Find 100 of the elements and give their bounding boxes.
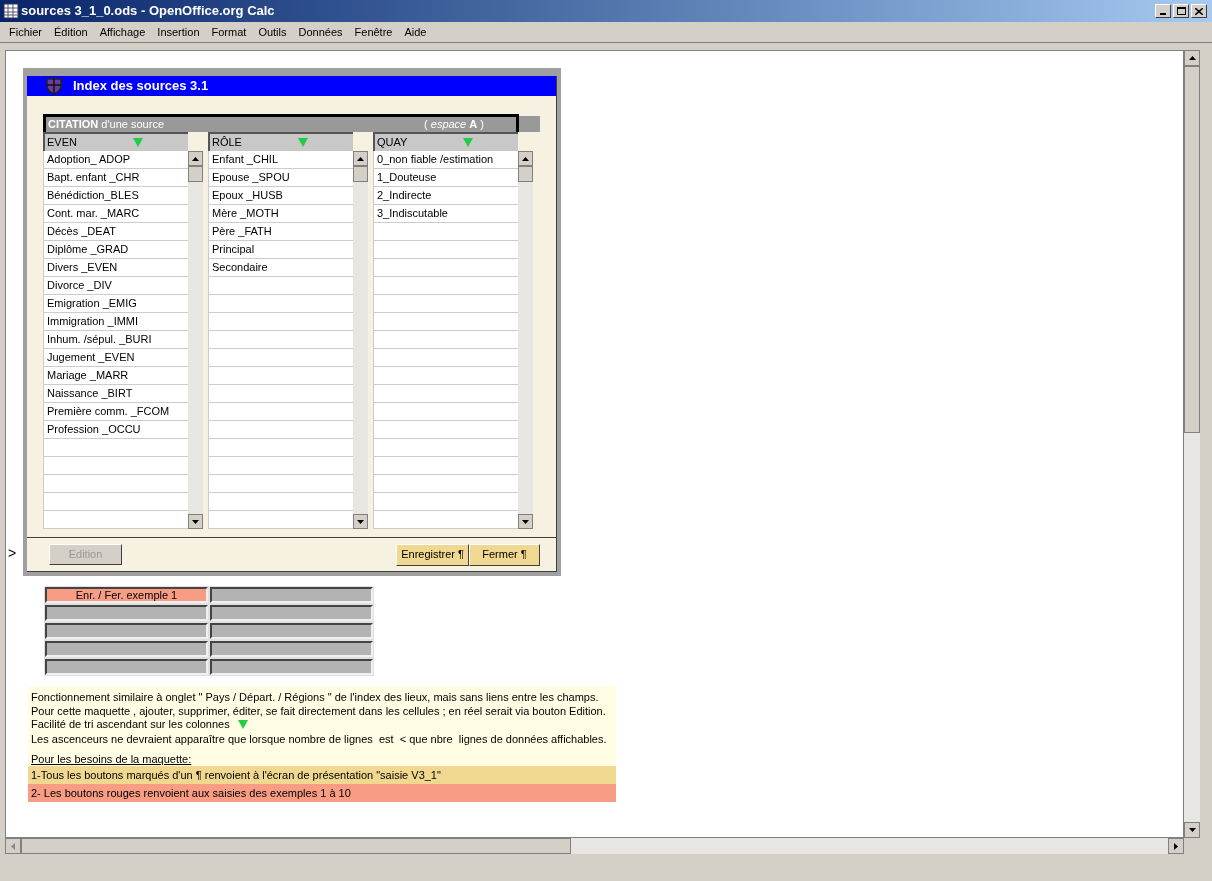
empty-list-cell[interactable] bbox=[208, 295, 353, 313]
list-cell[interactable]: 1_Douteuse bbox=[373, 169, 518, 187]
left-arrow-icon[interactable] bbox=[11, 842, 15, 850]
empty-list-cell[interactable] bbox=[43, 493, 188, 511]
empty-list-cell[interactable] bbox=[208, 511, 353, 529]
empty-list-cell[interactable] bbox=[43, 475, 188, 493]
empty-list-cell[interactable] bbox=[43, 511, 188, 529]
empty-list-cell[interactable] bbox=[43, 457, 188, 475]
empty-button[interactable] bbox=[210, 605, 373, 621]
empty-list-cell[interactable] bbox=[373, 403, 518, 421]
close-button[interactable] bbox=[1191, 4, 1207, 18]
empty-list-cell[interactable] bbox=[208, 277, 353, 295]
list-cell[interactable]: Mariage _MARR bbox=[43, 367, 188, 385]
list-cell[interactable]: Epouse _SPOU bbox=[208, 169, 353, 187]
empty-button[interactable] bbox=[210, 659, 373, 675]
list-cell[interactable]: Epoux _HUSB bbox=[208, 187, 353, 205]
sort-triangle-icon[interactable] bbox=[297, 138, 308, 147]
list-cell[interactable]: Divorce _DIV bbox=[43, 277, 188, 295]
down-arrow-icon[interactable] bbox=[192, 519, 199, 524]
empty-list-cell[interactable] bbox=[208, 367, 353, 385]
menu-item[interactable]: Fenêtre bbox=[348, 23, 399, 41]
empty-button[interactable] bbox=[45, 659, 208, 675]
empty-list-cell[interactable] bbox=[208, 331, 353, 349]
up-arrow-icon[interactable] bbox=[1188, 56, 1196, 60]
list-cell[interactable]: 0_non fiable /estimation bbox=[373, 151, 518, 169]
scroll-thumb[interactable] bbox=[21, 838, 571, 854]
list-cell[interactable]: Inhum. /sépul. _BURI bbox=[43, 331, 188, 349]
list-cell[interactable]: Cont. mar. _MARC bbox=[43, 205, 188, 223]
column-header[interactable]: QUAY bbox=[373, 132, 518, 151]
empty-list-cell[interactable] bbox=[373, 493, 518, 511]
list-cell[interactable]: Divers _EVEN bbox=[43, 259, 188, 277]
empty-list-cell[interactable] bbox=[373, 259, 518, 277]
scrollbar[interactable] bbox=[353, 151, 368, 529]
list-cell[interactable]: Secondaire bbox=[208, 259, 353, 277]
sort-triangle-icon[interactable] bbox=[132, 138, 143, 147]
empty-list-cell[interactable] bbox=[208, 349, 353, 367]
empty-list-cell[interactable] bbox=[208, 421, 353, 439]
empty-list-cell[interactable] bbox=[208, 493, 353, 511]
empty-list-cell[interactable] bbox=[208, 403, 353, 421]
empty-list-cell[interactable] bbox=[373, 511, 518, 529]
list-cell[interactable]: Profession _OCCU bbox=[43, 421, 188, 439]
empty-list-cell[interactable] bbox=[208, 475, 353, 493]
minimize-icon[interactable] bbox=[1160, 13, 1166, 15]
list-cell[interactable]: 3_Indiscutable bbox=[373, 205, 518, 223]
scroll-thumb[interactable] bbox=[518, 166, 533, 182]
sort-triangle-icon[interactable] bbox=[463, 138, 474, 147]
empty-button[interactable] bbox=[45, 605, 208, 621]
empty-list-cell[interactable] bbox=[373, 295, 518, 313]
down-arrow-icon[interactable] bbox=[1188, 828, 1196, 832]
up-arrow-icon[interactable] bbox=[357, 156, 364, 161]
list-cell[interactable]: Principal bbox=[208, 241, 353, 259]
empty-list-cell[interactable] bbox=[373, 421, 518, 439]
empty-list-cell[interactable] bbox=[208, 385, 353, 403]
menu-item[interactable]: Données bbox=[292, 23, 349, 41]
empty-list-cell[interactable] bbox=[208, 313, 353, 331]
list-cell[interactable]: Jugement _EVEN bbox=[43, 349, 188, 367]
vertical-scrollbar[interactable] bbox=[1184, 50, 1200, 838]
list-cell[interactable]: Bénédiction_BLES bbox=[43, 187, 188, 205]
dialog-button[interactable]: Enregistrer ¶ bbox=[396, 543, 469, 566]
list-cell[interactable]: Immigration _IMMI bbox=[43, 313, 188, 331]
example-button[interactable]: Enr. / Fer. exemple 1 bbox=[45, 587, 208, 603]
menu-item[interactable]: Affichage bbox=[93, 23, 152, 41]
menu-item[interactable]: Fichier bbox=[3, 23, 48, 41]
menu-item[interactable]: Aide bbox=[398, 23, 433, 41]
empty-list-cell[interactable] bbox=[373, 223, 518, 241]
scrollbar[interactable] bbox=[188, 151, 203, 529]
empty-list-cell[interactable] bbox=[373, 349, 518, 367]
minimize-button[interactable] bbox=[1155, 4, 1171, 18]
empty-list-cell[interactable] bbox=[373, 313, 518, 331]
list-cell[interactable]: Bapt. enfant _CHR bbox=[43, 169, 188, 187]
column-header[interactable]: EVEN bbox=[43, 132, 188, 151]
empty-list-cell[interactable] bbox=[373, 331, 518, 349]
empty-list-cell[interactable] bbox=[373, 475, 518, 493]
scroll-thumb[interactable] bbox=[1184, 66, 1200, 433]
menu-item[interactable]: Format bbox=[205, 23, 253, 41]
empty-list-cell[interactable] bbox=[373, 367, 518, 385]
list-cell[interactable]: Diplôme _GRAD bbox=[43, 241, 188, 259]
empty-list-cell[interactable] bbox=[43, 439, 188, 457]
empty-button[interactable] bbox=[210, 641, 373, 657]
scrollbar[interactable] bbox=[518, 151, 533, 529]
close-icon[interactable] bbox=[1195, 7, 1203, 15]
menu-item[interactable]: Outils bbox=[252, 23, 293, 41]
list-cell[interactable]: Adoption_ ADOP bbox=[43, 151, 188, 169]
empty-list-cell[interactable] bbox=[208, 439, 353, 457]
down-arrow-icon[interactable] bbox=[522, 519, 529, 524]
empty-list-cell[interactable] bbox=[373, 385, 518, 403]
empty-button[interactable] bbox=[45, 641, 208, 657]
list-cell[interactable]: Naissance _BIRT bbox=[43, 385, 188, 403]
empty-list-cell[interactable] bbox=[373, 457, 518, 475]
scroll-thumb[interactable] bbox=[188, 166, 203, 182]
empty-list-cell[interactable] bbox=[373, 241, 518, 259]
list-cell[interactable]: Mère _MOTH bbox=[208, 205, 353, 223]
column-header[interactable]: RÔLE bbox=[208, 132, 353, 151]
sort-triangle-icon[interactable] bbox=[237, 719, 248, 729]
list-cell[interactable]: Enfant _CHIL bbox=[208, 151, 353, 169]
right-arrow-icon[interactable] bbox=[1174, 842, 1178, 850]
empty-list-cell[interactable] bbox=[208, 457, 353, 475]
list-cell[interactable]: Père _FATH bbox=[208, 223, 353, 241]
empty-button[interactable] bbox=[45, 623, 208, 639]
list-cell[interactable]: 2_Indirecte bbox=[373, 187, 518, 205]
